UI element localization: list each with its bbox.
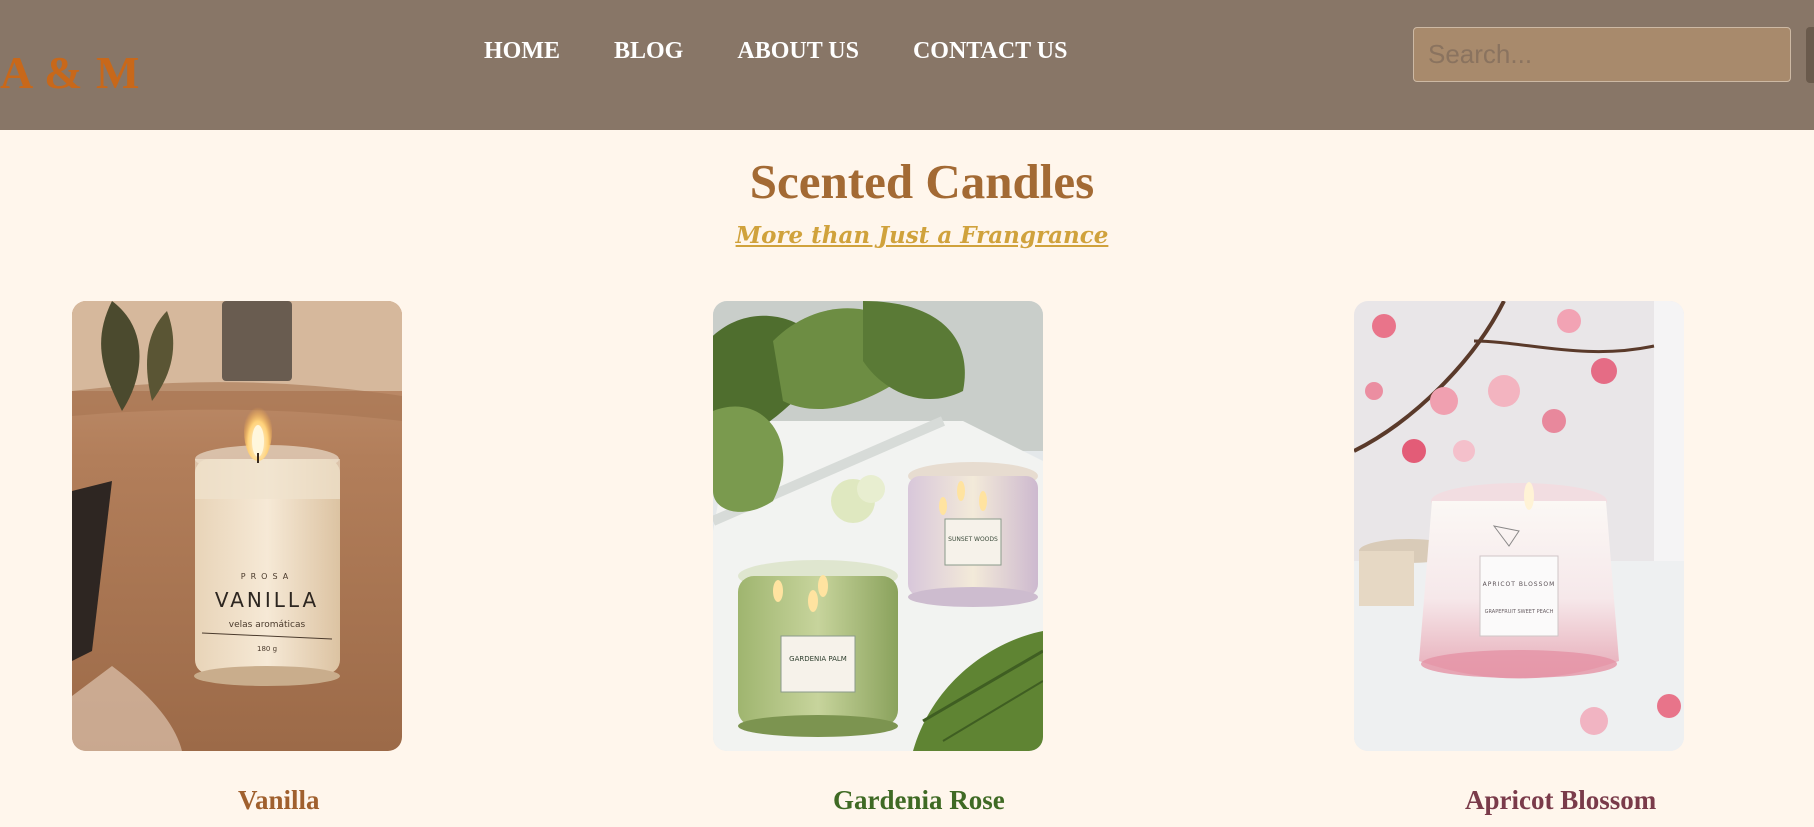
nav-about-link[interactable]: ABOUT US bbox=[737, 38, 859, 65]
gardenia-rose-candle-image[interactable]: SUNSET WOODS GARDENIA PALM bbox=[713, 301, 1043, 751]
nav-home-link[interactable]: HOME bbox=[484, 38, 560, 65]
apricot-blossom-jar-label: APRICOT BLOSSOM bbox=[1483, 581, 1556, 588]
search-button[interactable] bbox=[1806, 27, 1814, 83]
sunset-woods-jar-label: SUNSET WOODS bbox=[948, 536, 998, 543]
gardenia-palm-jar-label: GARDENIA PALM bbox=[789, 655, 847, 663]
site-logo[interactable]: A & M bbox=[0, 46, 140, 99]
apricot-blossom-jar-subtitle: GRAPEFRUIT SWEET PEACH bbox=[1485, 609, 1554, 615]
page-subtitle[interactable]: More than Just a Frangrance bbox=[0, 222, 1814, 249]
nav-contact-link[interactable]: CONTACT US bbox=[913, 38, 1067, 65]
nav-blog-link[interactable]: BLOG bbox=[614, 38, 683, 65]
navbar: A & M HOME BLOG ABOUT US CONTACT US bbox=[0, 0, 1814, 130]
product-name-gardenia-rose[interactable]: Gardenia Rose bbox=[833, 785, 1005, 816]
vanilla-jar-brand: PROSA bbox=[241, 572, 293, 581]
page-title: Scented Candles bbox=[749, 154, 1095, 209]
apricot-blossom-candle-image[interactable]: APRICOT BLOSSOM GRAPEFRUIT SWEET PEACH bbox=[1354, 301, 1684, 751]
search-input[interactable] bbox=[1413, 27, 1791, 82]
vanilla-jar-label: VANILLA bbox=[215, 588, 319, 612]
vanilla-jar-weight: 180 g bbox=[257, 645, 277, 653]
product-name-vanilla[interactable]: Vanilla bbox=[238, 785, 320, 816]
vanilla-jar-subtitle: velas aromáticas bbox=[229, 620, 306, 630]
vanilla-candle-image[interactable]: PROSA VANILLA velas aromáticas 180 g bbox=[72, 301, 402, 751]
nav-links: HOME BLOG ABOUT US CONTACT US bbox=[484, 38, 1121, 65]
product-name-apricot-blossom[interactable]: Apricot Blossom bbox=[1465, 785, 1656, 816]
